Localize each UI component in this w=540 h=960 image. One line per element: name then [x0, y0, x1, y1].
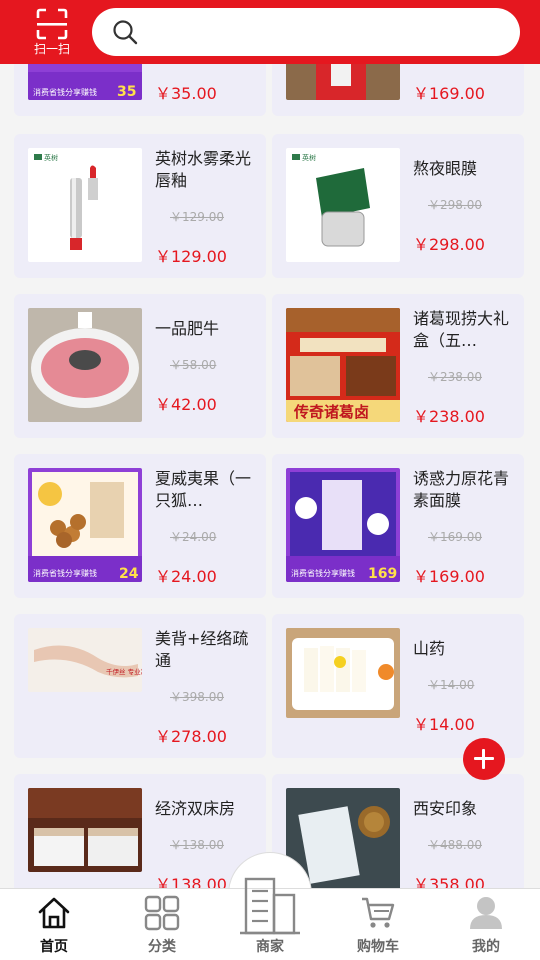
product-grid: 消费省钱分享赚钱 35 ￥35.00 ￥169.00 英树 英树水雾柔光唇釉 ￥… [0, 0, 540, 888]
product-old-price: ￥169.00 [428, 530, 482, 544]
search-icon [113, 20, 138, 45]
scan-label: 扫一扫 [33, 42, 70, 56]
home-icon [38, 897, 70, 929]
brand-logo: 英树 [44, 153, 58, 162]
product-name: 美背+经络疏通 [155, 629, 249, 670]
brand-logo: 英树 [302, 153, 316, 162]
product-price: ￥14.00 [413, 715, 475, 734]
product-image: 消费省钱分享赚钱 169 [286, 468, 400, 582]
product-price: ￥138.00 [155, 875, 227, 888]
product-card[interactable]: 经济双床房 ￥138.00 ￥138.00 [14, 774, 266, 888]
product-card[interactable]: 山药 ￥14.00 ￥14.00 [272, 614, 524, 758]
product-banner: 传奇诸葛卤 [293, 403, 369, 421]
product-card[interactable]: 消费省钱分享赚钱 169 诱惑力原花青素面膜 ￥169.00 ￥169.00 [272, 454, 524, 598]
search-bar[interactable] [92, 8, 520, 56]
bottom-nav: 首页 分类 商家 购物车 我的 [0, 877, 540, 960]
product-price: ￥238.00 [413, 407, 485, 426]
badge-text: 消费省钱分享赚钱 [33, 568, 97, 578]
nav-label: 首页 [40, 939, 68, 955]
nav-label: 购物车 [357, 939, 399, 955]
scan-button[interactable]: 扫一扫 [24, 8, 80, 62]
product-name: 夏威夷果（一只狐… [155, 469, 252, 510]
product-name: 经济双床房 [155, 799, 236, 818]
product-name: 山药 [413, 639, 446, 658]
product-card[interactable]: 英树 熬夜眼膜 ￥298.00 ￥298.00 [272, 134, 524, 278]
badge-price: 35 [117, 84, 136, 100]
user-icon [470, 897, 502, 929]
product-image [28, 308, 142, 422]
scan-icon [36, 8, 68, 40]
badge-price: 169 [368, 566, 397, 582]
product-price: ￥278.00 [155, 727, 227, 746]
product-price: ￥24.00 [155, 567, 217, 586]
product-old-price: ￥298.00 [428, 198, 482, 212]
nav-merchant[interactable]: 商家 [216, 877, 324, 960]
product-image: 英树 [28, 148, 142, 262]
product-card[interactable]: 千伊丝 专业减肥 塑形 瘦身 美背+经络疏通 ￥398.00 ￥278.00 [14, 614, 266, 758]
nav-cart[interactable]: 购物车 [324, 889, 432, 960]
product-old-price: ￥14.00 [428, 678, 475, 692]
product-old-price: ￥58.00 [170, 358, 217, 372]
building-icon [240, 877, 300, 935]
product-name: 一品肥牛 [155, 319, 220, 338]
product-price: ￥169.00 [413, 567, 485, 586]
product-card[interactable]: 西安印象 ￥488.00 ￥358.00 [272, 774, 524, 888]
product-old-price: ￥138.00 [170, 838, 224, 852]
product-image [28, 788, 142, 872]
badge-text: 消费省钱分享赚钱 [33, 87, 97, 97]
top-bar: 扫一扫 [0, 0, 540, 64]
product-old-price: ￥398.00 [170, 690, 224, 704]
product-card[interactable]: 传奇诸葛卤 诸葛现捞大礼盒（五… ￥238.00 ￥238.00 [272, 294, 524, 438]
product-name: 诸葛现捞大礼盒（五… [413, 309, 510, 350]
product-price: ￥129.00 [155, 247, 227, 266]
product-name: 诱惑力原花青素面膜 [413, 469, 510, 510]
product-card[interactable]: 消费省钱分享赚钱 24 夏威夷果（一只狐… ￥24.00 ￥24.00 [14, 454, 266, 598]
product-card[interactable]: 英树 英树水雾柔光唇釉 ￥129.00 ￥129.00 [14, 134, 266, 278]
product-card[interactable]: 一品肥牛 ￥58.00 ￥42.00 [14, 294, 266, 438]
grid-icon [144, 895, 180, 931]
product-price: ￥298.00 [413, 235, 485, 254]
nav-label: 分类 [148, 939, 176, 955]
product-image [286, 628, 400, 718]
product-price: ￥358.00 [413, 875, 485, 888]
product-price: ￥42.00 [155, 395, 217, 414]
product-name: 英树水雾柔光唇釉 [155, 149, 252, 190]
product-old-price: ￥24.00 [170, 530, 217, 544]
product-name: 西安印象 [413, 799, 478, 818]
product-image: 英树 [286, 148, 400, 262]
badge-price: 24 [119, 566, 139, 582]
nav-label: 商家 [256, 939, 284, 955]
badge-text: 消费省钱分享赚钱 [291, 568, 355, 578]
product-old-price: ￥129.00 [170, 210, 224, 224]
nav-profile[interactable]: 我的 [432, 889, 540, 960]
product-old-price: ￥238.00 [428, 370, 482, 384]
nav-home[interactable]: 首页 [0, 889, 108, 960]
nav-category[interactable]: 分类 [108, 889, 216, 960]
product-image: 千伊丝 专业减肥 塑形 瘦身 [28, 628, 142, 692]
product-image: 消费省钱分享赚钱 24 [28, 468, 142, 582]
product-image-text: 千伊丝 专业减肥 塑形 瘦身 [106, 667, 142, 676]
product-price: ￥35.00 [155, 84, 217, 103]
nav-label: 我的 [472, 939, 500, 955]
add-button[interactable] [463, 738, 505, 780]
product-price: ￥169.00 [413, 84, 485, 103]
search-input[interactable] [148, 16, 498, 48]
product-old-price: ￥488.00 [428, 838, 482, 852]
product-name: 熬夜眼膜 [413, 159, 478, 178]
cart-icon [362, 897, 395, 928]
product-image: 传奇诸葛卤 [286, 308, 400, 422]
